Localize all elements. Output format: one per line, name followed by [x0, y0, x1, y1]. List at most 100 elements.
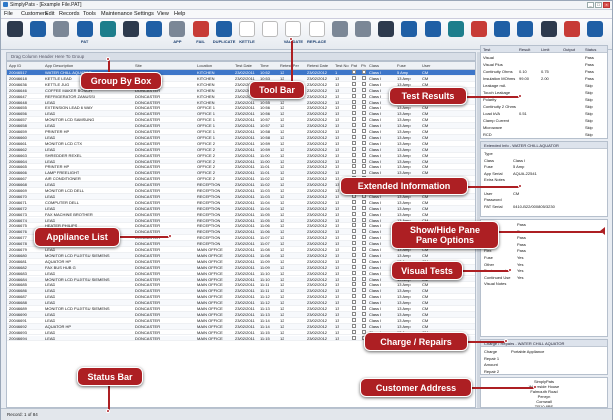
- toolbar-button-help[interactable]: [538, 21, 560, 48]
- ph-checkbox[interactable]: [362, 152, 366, 157]
- pat-checkbox[interactable]: [352, 317, 356, 322]
- pat-checkbox[interactable]: [352, 311, 356, 316]
- pat-checkbox[interactable]: [352, 152, 356, 157]
- toolbar-button-save[interactable]: [27, 21, 49, 48]
- pat-checkbox[interactable]: [352, 205, 356, 210]
- ph-checkbox[interactable]: [362, 211, 366, 216]
- ph-checkbox[interactable]: [362, 270, 366, 275]
- ph-checkbox[interactable]: [362, 247, 366, 251]
- column-header[interactable]: Ph: [361, 63, 366, 68]
- toolbar-button-user[interactable]: [398, 21, 420, 48]
- toolbar-button-settings[interactable]: [491, 21, 513, 48]
- ph-checkbox[interactable]: [362, 252, 366, 257]
- pat-checkbox[interactable]: [352, 93, 356, 98]
- ph-checkbox[interactable]: [362, 105, 366, 110]
- pat-checkbox[interactable]: [352, 235, 356, 240]
- pat-checkbox[interactable]: [352, 158, 356, 163]
- ph-checkbox[interactable]: [362, 288, 366, 293]
- toolbar-button-chart[interactable]: [445, 21, 467, 48]
- ph-checkbox[interactable]: [362, 306, 366, 310]
- menu-item-help[interactable]: Help: [174, 11, 185, 17]
- column-header[interactable]: Time: [260, 63, 269, 68]
- pat-checkbox[interactable]: [352, 199, 356, 204]
- column-header[interactable]: Test Date: [235, 63, 252, 68]
- pat-checkbox[interactable]: [352, 323, 356, 328]
- column-header[interactable]: App ID: [9, 63, 21, 68]
- ph-checkbox[interactable]: [362, 129, 366, 133]
- pat-checkbox[interactable]: [352, 99, 356, 104]
- ph-checkbox[interactable]: [362, 75, 366, 80]
- column-header[interactable]: Site: [135, 63, 142, 68]
- toolbar-button-app[interactable]: APP: [166, 21, 188, 48]
- ph-checkbox[interactable]: [362, 264, 366, 269]
- column-header[interactable]: Test No: [335, 63, 349, 68]
- ph-checkbox[interactable]: [362, 300, 366, 305]
- pat-checkbox[interactable]: [352, 294, 356, 299]
- toolbar-button-exit[interactable]: [584, 21, 606, 48]
- toolbar-button-duplicate[interactable]: DUPLICATE: [213, 21, 235, 48]
- toolbar-button-search-list[interactable]: [143, 21, 165, 48]
- pat-checkbox[interactable]: [352, 105, 356, 110]
- toolbar-button-dollar[interactable]: [352, 21, 374, 48]
- pat-checkbox[interactable]: [352, 306, 356, 310]
- menu-item-maintenance[interactable]: Maintenance: [101, 11, 133, 17]
- column-header[interactable]: Retest Date: [307, 63, 328, 68]
- menu-item-settings[interactable]: Settings: [134, 11, 154, 17]
- ph-checkbox[interactable]: [362, 199, 366, 204]
- pat-checkbox[interactable]: [352, 300, 356, 305]
- pat-checkbox[interactable]: [352, 123, 356, 128]
- ph-checkbox[interactable]: [362, 170, 366, 175]
- pat-checkbox[interactable]: [352, 170, 356, 175]
- pat-checkbox[interactable]: [352, 217, 356, 222]
- pat-checkbox[interactable]: [352, 229, 356, 234]
- menu-item-edit[interactable]: Edit: [45, 11, 54, 17]
- ph-checkbox[interactable]: [362, 123, 366, 128]
- column-header[interactable]: Retest Per: [280, 63, 299, 68]
- ph-checkbox[interactable]: [362, 111, 366, 116]
- ph-checkbox[interactable]: [362, 87, 366, 92]
- toolbar-button-alarm[interactable]: [561, 21, 583, 48]
- toolbar-button-tools[interactable]: [375, 21, 397, 48]
- ph-checkbox[interactable]: [362, 70, 366, 74]
- pat-checkbox[interactable]: [352, 81, 356, 86]
- ph-checkbox[interactable]: [362, 205, 366, 210]
- pat-checkbox[interactable]: [352, 70, 356, 74]
- pat-checkbox[interactable]: [352, 329, 356, 334]
- toolbar-button-close[interactable]: [468, 21, 490, 48]
- ph-checkbox[interactable]: [362, 81, 366, 86]
- toolbar-button-folder[interactable]: [4, 21, 26, 48]
- maximize-button[interactable]: □: [595, 2, 602, 8]
- menu-item-customers[interactable]: Customers: [21, 11, 48, 17]
- column-header[interactable]: Fuse: [397, 63, 406, 68]
- ph-checkbox[interactable]: [362, 294, 366, 299]
- ph-checkbox[interactable]: [362, 134, 366, 139]
- column-header[interactable]: Location: [197, 63, 212, 68]
- toolbar-button-validate[interactable]: VALIDATE: [282, 21, 304, 48]
- toolbar-button-list[interactable]: [514, 21, 536, 48]
- pat-checkbox[interactable]: [352, 134, 356, 139]
- column-header[interactable]: Pat: [351, 63, 357, 68]
- pat-checkbox[interactable]: [352, 282, 356, 287]
- ph-checkbox[interactable]: [362, 258, 366, 263]
- ph-checkbox[interactable]: [362, 93, 366, 98]
- ph-checkbox[interactable]: [362, 164, 366, 169]
- ph-checkbox[interactable]: [362, 99, 366, 104]
- pat-checkbox[interactable]: [352, 146, 356, 151]
- ph-checkbox[interactable]: [362, 229, 366, 234]
- pat-checkbox[interactable]: [352, 252, 356, 257]
- close-window-button[interactable]: ×: [603, 2, 610, 8]
- pat-checkbox[interactable]: [352, 164, 356, 169]
- pat-checkbox[interactable]: [352, 223, 356, 228]
- toolbar-button-pound[interactable]: [329, 21, 351, 48]
- pat-checkbox[interactable]: [352, 247, 356, 251]
- toolbar-button-add-record[interactable]: [97, 21, 119, 48]
- toolbar-button-pat[interactable]: PAT: [74, 21, 96, 48]
- pat-checkbox[interactable]: [352, 87, 356, 92]
- pat-checkbox[interactable]: [352, 75, 356, 80]
- menu-item-tools[interactable]: Tools: [83, 11, 96, 17]
- pat-checkbox[interactable]: [352, 129, 356, 133]
- toolbar-button-kettle[interactable]: KETTLE: [236, 21, 258, 48]
- pat-checkbox[interactable]: [352, 111, 356, 116]
- menu-item-view[interactable]: View: [157, 11, 169, 17]
- minimize-button[interactable]: _: [587, 2, 594, 8]
